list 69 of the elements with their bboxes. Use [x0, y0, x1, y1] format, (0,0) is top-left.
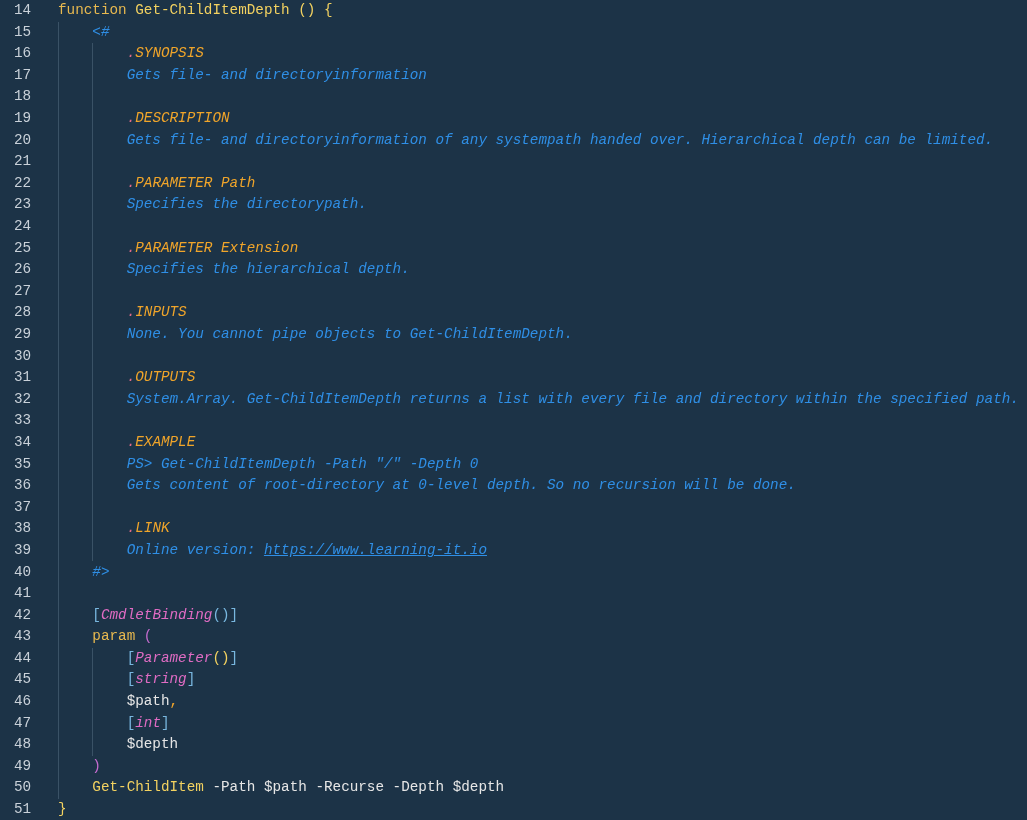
url-link[interactable]: https://www.learning-it.io: [263, 541, 487, 558]
line-number: 24: [13, 217, 33, 236]
code-line: .PARAMETER Extension: [126, 238, 299, 258]
code-line: Specifies the directorypath.: [126, 195, 367, 215]
line-number: 36: [13, 476, 33, 496]
line-number: 41: [13, 584, 33, 604]
code-line: }: [58, 800, 67, 820]
line-number: 47: [13, 713, 33, 733]
code-line: System.Array. Get-ChildItemDepth returns a list with every file and directory within the specified path.: [126, 389, 1019, 409]
line-number: 29: [13, 325, 33, 344]
line-number: 51: [13, 800, 33, 820]
line-number: 44: [13, 648, 33, 668]
line-number: 35: [13, 454, 33, 474]
code-line: .SYNOPSIS: [126, 44, 204, 64]
line-number: 34: [13, 432, 33, 452]
code-line: #>: [92, 562, 110, 582]
line-number: 30: [13, 346, 33, 366]
code-line: param (: [92, 627, 153, 647]
code-line: $path,: [126, 692, 179, 712]
line-number: 40: [13, 562, 33, 582]
line-number: 17: [13, 65, 33, 85]
line-number: 25: [13, 238, 33, 258]
line-number: 42: [13, 605, 33, 625]
line-number: 20: [13, 130, 33, 150]
line-number: 15: [13, 22, 33, 42]
code-line: .INPUTS: [126, 303, 187, 323]
code-line: function Get-ChildItemDepth () {: [58, 1, 333, 21]
line-number: 43: [13, 627, 33, 647]
code-line: .OUTPUTS: [126, 368, 196, 388]
line-number: 14: [13, 1, 33, 21]
line-number: 28: [13, 303, 33, 323]
line-number: 26: [13, 260, 33, 280]
line-number: 22: [13, 173, 33, 193]
code-line: Gets file- and directoryinformation: [126, 65, 427, 85]
line-number: 33: [13, 411, 33, 431]
line-number: 46: [13, 692, 33, 712]
line-number: 49: [13, 756, 33, 776]
code-line: PS> Get-ChildItemDepth -Path "/" -Depth 0: [126, 454, 479, 474]
line-number: 16: [13, 44, 33, 64]
code-line: .PARAMETER Path: [126, 173, 256, 193]
code-line: Get-ChildItem -Path $path -Recurse -Depth $depth: [92, 778, 505, 798]
code-line: .DESCRIPTION: [126, 109, 230, 129]
line-number: 19: [13, 109, 33, 129]
line-number: 38: [13, 519, 33, 539]
line-number: 32: [13, 389, 33, 409]
line-number: 45: [13, 670, 33, 690]
code-line: None. You cannot pipe objects to Get-ChildItemDepth.: [126, 325, 573, 344]
line-number: 18: [13, 87, 33, 107]
code-line: [CmdletBinding()]: [92, 605, 239, 625]
code-line: .EXAMPLE: [126, 432, 196, 452]
code-line: .LINK: [126, 519, 170, 539]
code-text: Online version:: [126, 541, 257, 558]
code-line: [string]: [126, 670, 196, 690]
line-number: 27: [13, 281, 33, 301]
code-line: Specifies the hierarchical depth.: [126, 260, 410, 280]
line-number: 37: [13, 497, 33, 517]
line-number: 23: [13, 195, 33, 215]
line-number: 48: [13, 735, 33, 755]
code-line: <#: [92, 22, 110, 42]
code-line: ): [92, 756, 101, 776]
line-number: 21: [13, 152, 33, 172]
line-number: 31: [13, 368, 33, 388]
code-line: $depth: [126, 735, 179, 755]
code-line: [Parameter()]: [126, 648, 239, 668]
code-line: Gets content of root-directory at 0-level depth. So no recursion will be done.: [126, 476, 796, 496]
code-line: [int]: [126, 713, 170, 733]
code-line: Gets file- and directoryinformation of any systempath handed over. Hierarchical depth can be limited.: [126, 130, 994, 150]
line-number: 39: [13, 540, 33, 560]
line-number: 50: [13, 778, 33, 798]
